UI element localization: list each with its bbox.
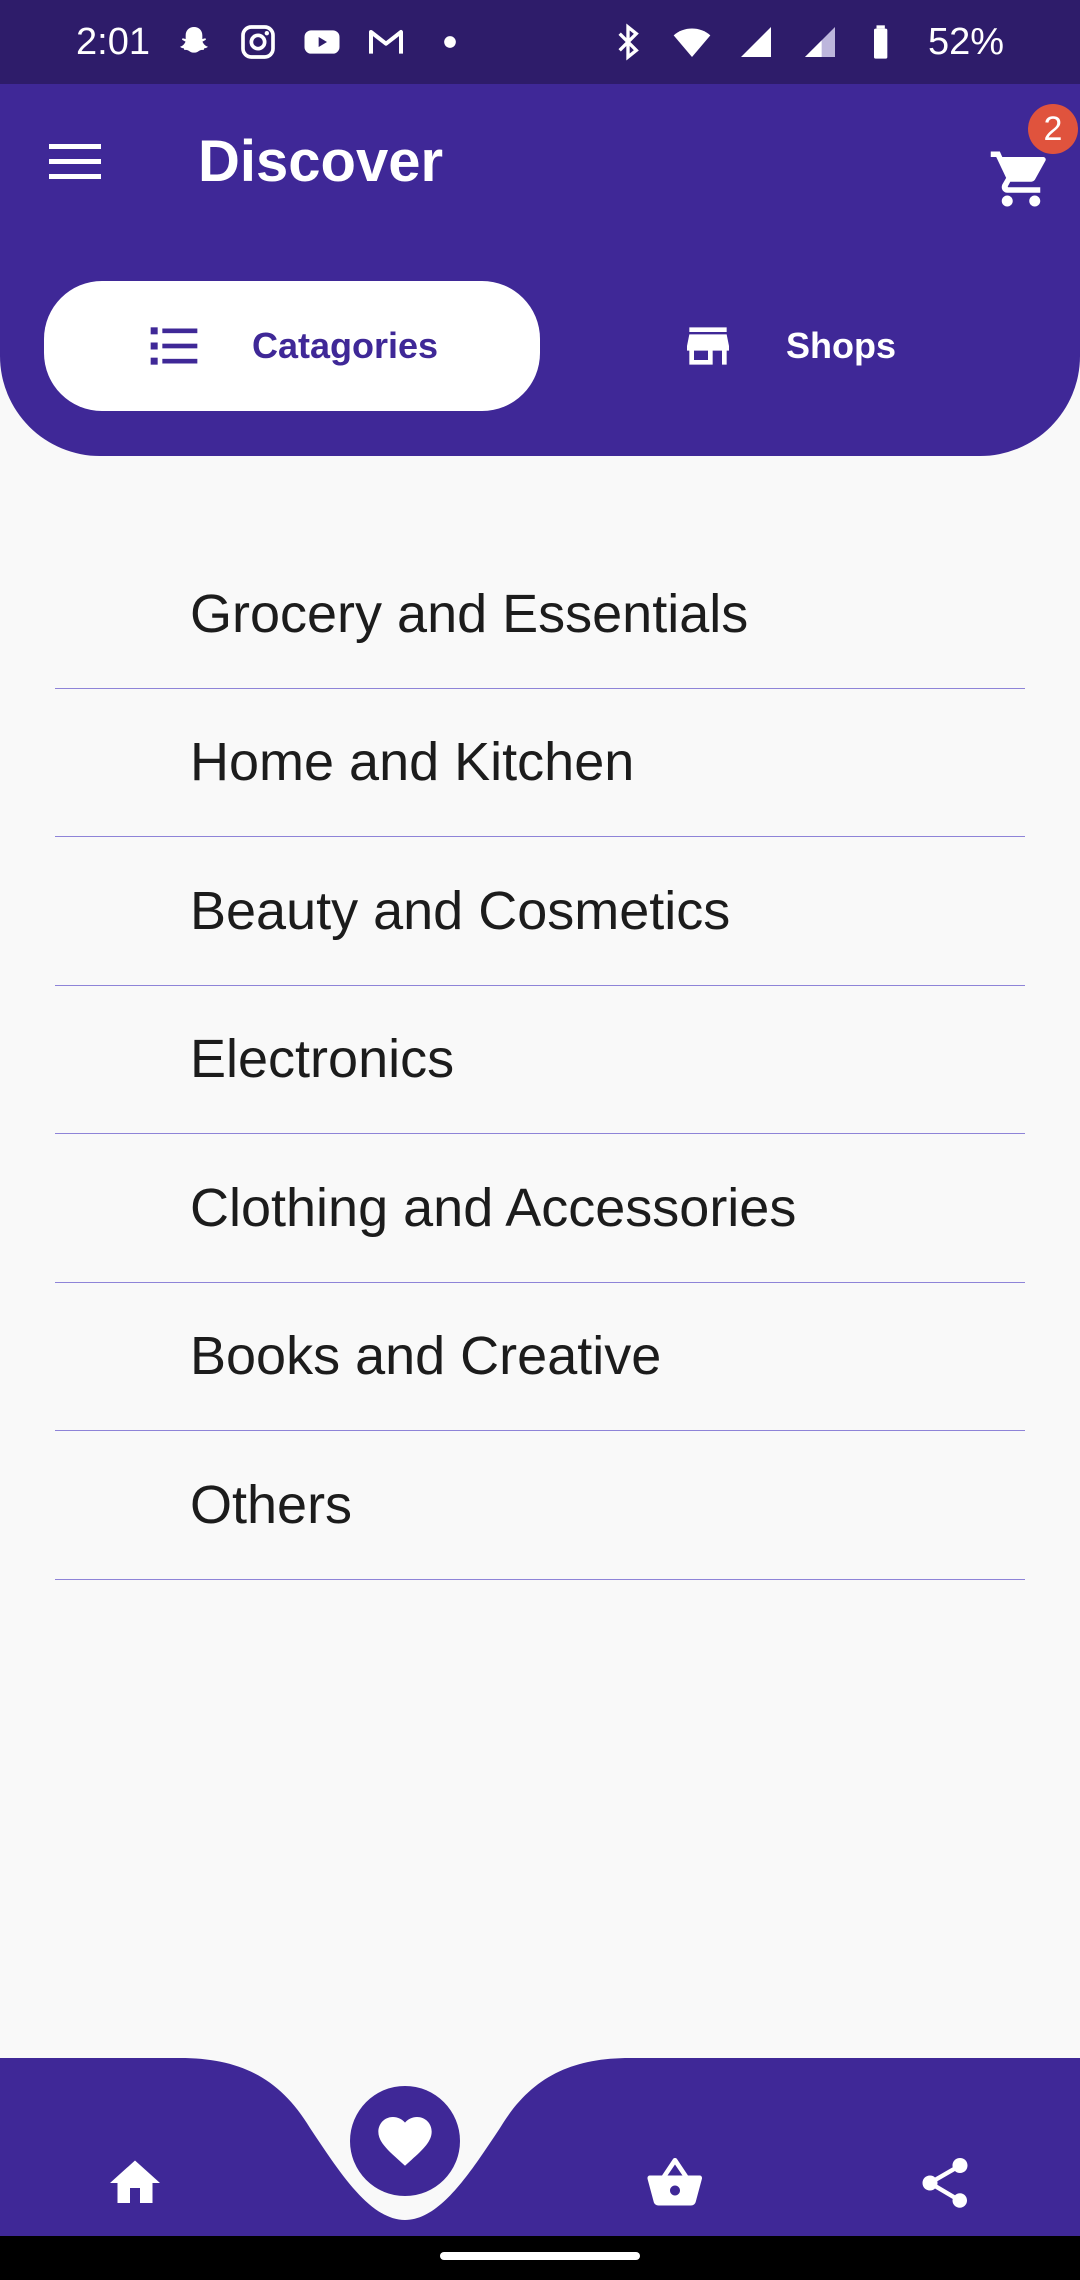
nav-basket-button[interactable] xyxy=(630,2138,720,2228)
tab-shops-label: Shops xyxy=(785,325,896,366)
category-item-home-kitchen[interactable]: Home and Kitchen xyxy=(55,689,1025,837)
battery-level: 52% xyxy=(927,20,1004,63)
store-icon xyxy=(686,327,729,365)
menu-button[interactable] xyxy=(36,122,116,202)
nav-share-button[interactable] xyxy=(900,2138,990,2228)
status-bar: 2:01 52% xyxy=(0,0,1080,84)
category-item-others[interactable]: Others xyxy=(55,1431,1025,1580)
list-icon xyxy=(150,327,198,365)
category-item-electronics[interactable]: Electronics xyxy=(55,986,1025,1134)
share-icon xyxy=(922,2158,968,2208)
tab-shops[interactable]: Shops xyxy=(540,281,1036,411)
bluetooth-icon xyxy=(608,22,648,62)
tab-categories-label: Catagories xyxy=(251,325,439,366)
shopping-cart-icon xyxy=(990,151,1046,207)
youtube-icon xyxy=(302,22,342,62)
gmail-icon xyxy=(366,22,406,62)
signal-icon xyxy=(736,22,776,62)
category-list: Grocery and Essentials Home and Kitchen … xyxy=(55,540,1025,1580)
gesture-handle[interactable] xyxy=(440,2252,640,2260)
home-icon xyxy=(110,2160,160,2203)
category-item-beauty[interactable]: Beauty and Cosmetics xyxy=(55,837,1025,986)
battery-icon xyxy=(864,22,904,62)
status-right: 52% xyxy=(608,21,1004,64)
system-gesture-area xyxy=(0,2236,1080,2280)
category-item-books[interactable]: Books and Creative xyxy=(55,1283,1025,1431)
nav-home-button[interactable] xyxy=(90,2138,180,2228)
cart-count-badge: 2 xyxy=(1028,104,1078,154)
category-item-clothing[interactable]: Clothing and Accessories xyxy=(55,1134,1025,1283)
snapchat-icon xyxy=(174,22,214,62)
tab-categories[interactable]: Catagories xyxy=(44,281,540,411)
dot-icon xyxy=(430,22,470,62)
app-header: Discover 2 Catagories Shops xyxy=(0,84,1080,456)
status-left: 2:01 xyxy=(76,21,470,64)
basket-icon xyxy=(647,2158,702,2206)
page-title: Discover xyxy=(198,129,444,194)
hamburger-menu-icon xyxy=(49,144,101,179)
category-item-grocery[interactable]: Grocery and Essentials xyxy=(55,540,1025,689)
signal-icon xyxy=(800,22,840,62)
bottom-navigation xyxy=(0,2058,1080,2236)
status-time: 2:01 xyxy=(76,20,150,63)
wifi-icon xyxy=(672,22,712,62)
heart-icon xyxy=(378,2117,432,2166)
nav-favorites-button[interactable] xyxy=(350,2086,460,2196)
instagram-icon xyxy=(238,22,278,62)
